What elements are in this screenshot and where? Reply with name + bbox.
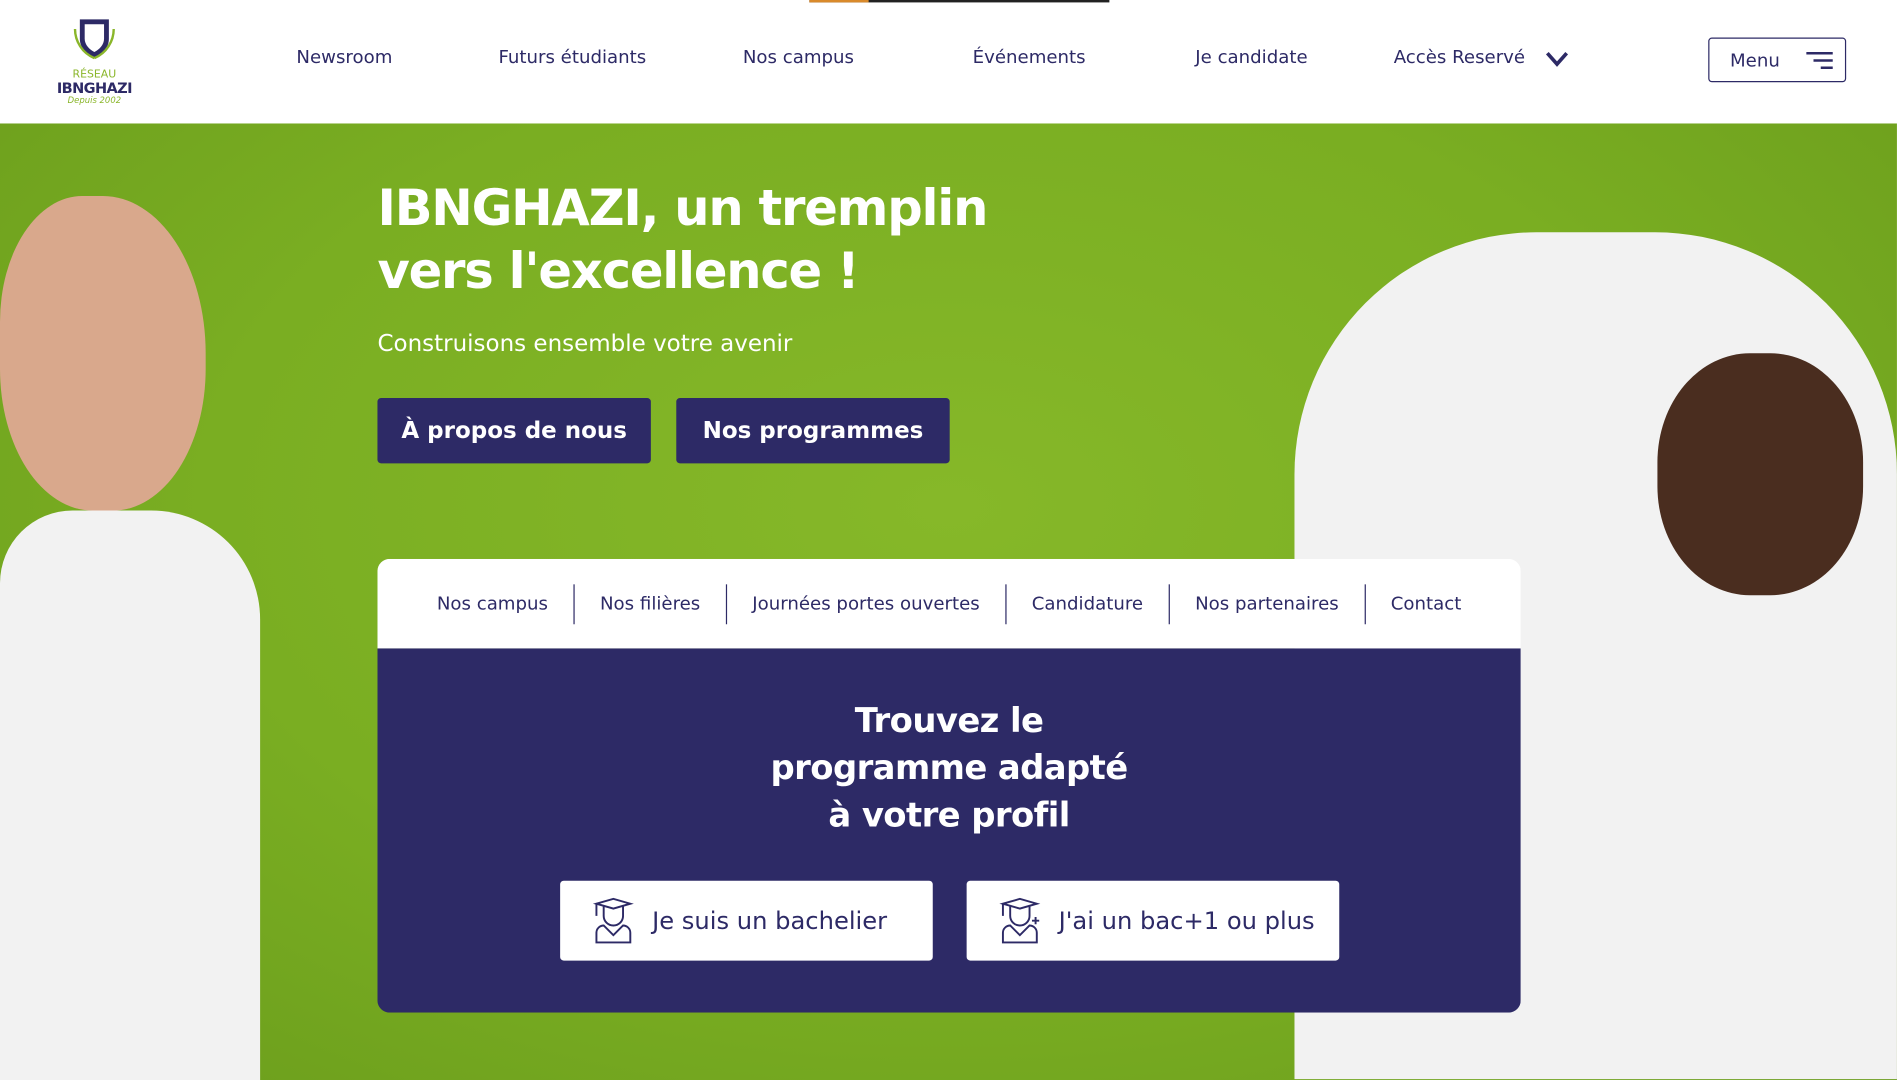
- student-photo-left: [0, 510, 261, 1080]
- shield-icon: [73, 19, 115, 60]
- nav-newsroom[interactable]: Newsroom: [296, 46, 392, 68]
- finder-panel: Trouvez le programme adapté à votre profil…: [377, 648, 1521, 1013]
- graduate-plus-icon: [999, 897, 1041, 944]
- nav-futurs-etudiants[interactable]: Futurs étudiants: [498, 46, 646, 68]
- menu-button[interactable]: Menu: [1708, 37, 1847, 83]
- logo[interactable]: RÉSEAU IBNGHAZI Depuis 2002: [53, 17, 135, 107]
- nav-nos-campus[interactable]: Nos campus: [743, 46, 854, 68]
- bac-plus-button[interactable]: J'ai un bac+1 ou plus: [966, 880, 1340, 961]
- about-us-button[interactable]: À propos de nous: [377, 398, 651, 464]
- link-nos-partenaires[interactable]: Nos partenaires: [1168, 583, 1364, 624]
- progress-bar: [809, 0, 1110, 3]
- link-nos-campus[interactable]: Nos campus: [411, 584, 573, 624]
- student-head-left: [0, 195, 206, 511]
- quick-links: Nos campus Nos filières Journées portes …: [377, 558, 1521, 649]
- hero-subtitle: Construisons ensemble votre avenir: [377, 330, 793, 357]
- nav-evenements[interactable]: Événements: [973, 46, 1086, 68]
- site-header: RÉSEAU IBNGHAZI Depuis 2002 Newsroom Fut…: [0, 0, 1897, 124]
- hamburger-icon: [1806, 51, 1834, 69]
- link-candidature[interactable]: Candidature: [1005, 583, 1168, 624]
- program-finder-card: Nos campus Nos filières Journées portes …: [377, 558, 1521, 1013]
- nav-acces-reserve[interactable]: Accès Reservé: [1394, 46, 1525, 68]
- graduate-icon: [592, 897, 634, 944]
- chevron-down-icon[interactable]: [1545, 51, 1569, 68]
- link-nos-filieres[interactable]: Nos filières: [573, 583, 725, 624]
- bachelier-button[interactable]: Je suis un bachelier: [560, 880, 933, 961]
- hero-title: IBNGHAZI, un tremplin vers l'excellence !: [377, 179, 988, 301]
- student-face-right: [1657, 353, 1864, 596]
- nav-je-candidate[interactable]: Je candidate: [1195, 46, 1307, 68]
- link-contact[interactable]: Contact: [1364, 583, 1487, 624]
- link-journees-portes-ouvertes[interactable]: Journées portes ouvertes: [725, 583, 1005, 624]
- finder-title: Trouvez le programme adapté à votre profil: [770, 700, 1129, 835]
- programs-button[interactable]: Nos programmes: [676, 398, 950, 464]
